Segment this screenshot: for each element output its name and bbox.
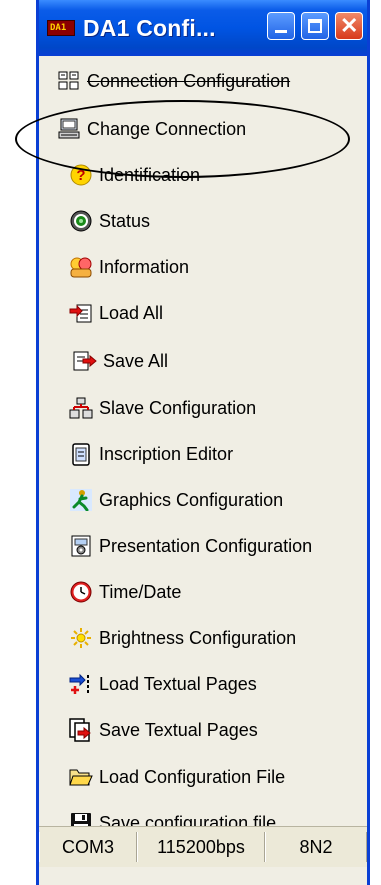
minimize-button[interactable] [267, 12, 295, 40]
menu-item-connection-configuration[interactable]: Connection Configuration [39, 58, 367, 104]
status-baud-rate: 115200bps [137, 832, 265, 862]
menu-item-graphics-configuration[interactable]: Graphics Configuration [39, 477, 367, 523]
app-icon-text: DA1 [50, 23, 67, 33]
app-icon[interactable]: DA1 [47, 20, 75, 36]
svg-text:?: ? [76, 167, 85, 184]
folder-open-icon [69, 765, 93, 789]
menu-item-label: Load Configuration File [99, 766, 286, 787]
question-icon: ? [69, 163, 93, 187]
close-icon: ✕ [340, 13, 359, 38]
menu-item-save-all[interactable]: Save All [39, 338, 367, 384]
presentation-icon [69, 534, 93, 558]
menu-item-information[interactable]: Information [39, 244, 367, 290]
menu-item-label: Slave Configuration [99, 397, 257, 418]
save-text-icon [69, 718, 93, 742]
clock-icon [69, 580, 93, 604]
maximize-icon [308, 19, 322, 33]
maximize-button[interactable] [301, 12, 329, 40]
menu-item-label: Load Textual Pages [99, 673, 257, 694]
slave-config-icon [69, 396, 93, 420]
sun-icon [69, 626, 93, 650]
menu-item-load-textual-pages[interactable]: Load Textual Pages [39, 661, 367, 707]
menu-item-status[interactable]: Status [39, 198, 367, 244]
menu-item-label: Connection Configuration [87, 70, 291, 91]
title-bar[interactable]: DA1 DA1 Confi... ✕ [39, 0, 367, 56]
menu-item-label: Graphics Configuration [99, 489, 284, 510]
app-window: DA1 DA1 Confi... ✕ Connection Configurat… [36, 0, 370, 885]
minimize-icon [275, 30, 287, 33]
menu-item-label: Information [99, 256, 190, 277]
menu-item-load-all[interactable]: Load All [39, 290, 367, 336]
status-icon [69, 209, 93, 233]
menu-item-save-textual-pages[interactable]: Save Textual Pages [39, 707, 367, 753]
menu-item-label: Status [99, 210, 151, 231]
menu-item-label: Identification [99, 164, 201, 185]
load-all-icon [69, 301, 93, 325]
load-text-icon [69, 672, 93, 696]
menu-item-load-configuration-file[interactable]: Load Configuration File [39, 754, 367, 800]
menu-item-label: Inscription Editor [99, 443, 234, 464]
window-title: DA1 Confi... [83, 14, 216, 41]
menu-item-label: Save All [103, 350, 169, 371]
menu-item-label: Load All [99, 302, 164, 323]
menu-item-label: Presentation Configuration [99, 535, 313, 556]
menu-item-brightness-configuration[interactable]: Brightness Configuration [39, 615, 367, 661]
computer-icon [57, 117, 81, 141]
close-button[interactable]: ✕ [335, 12, 363, 40]
status-format: 8N2 [265, 832, 367, 862]
information-icon [69, 255, 93, 279]
menu-item-label: Save Textual Pages [99, 719, 258, 740]
status-bar: COM3 115200bps 8N2 [39, 826, 367, 867]
menu-item-presentation-configuration[interactable]: Presentation Configuration [39, 523, 367, 569]
graphics-icon [69, 488, 93, 512]
save-all-icon [73, 349, 97, 373]
notepad-icon [69, 442, 93, 466]
menu-item-label: Brightness Configuration [99, 627, 297, 648]
network-config-icon [57, 69, 81, 93]
status-port: COM3 [39, 832, 137, 862]
menu-item-identification[interactable]: ? Identification [39, 152, 367, 198]
menu-item-label: Change Connection [87, 118, 247, 139]
menu-item-inscription-editor[interactable]: Inscription Editor [39, 431, 367, 477]
menu-item-label: Time/Date [99, 581, 182, 602]
menu-item-change-connection[interactable]: Change Connection [39, 106, 367, 152]
menu-item-time-date[interactable]: Time/Date [39, 569, 367, 615]
menu-item-slave-configuration[interactable]: Slave Configuration [39, 385, 367, 431]
